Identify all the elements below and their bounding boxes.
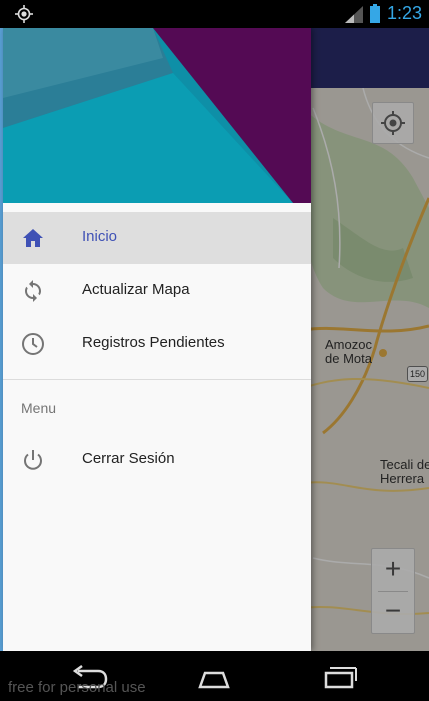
drawer-header-image (3, 28, 311, 203)
clock-icon (22, 333, 44, 355)
signal-icon (345, 6, 363, 23)
navigation-drawer: Inicio Actualizar Mapa Registros Pendien… (3, 28, 311, 651)
drawer-item-cerrar-sesion[interactable]: Cerrar Sesión (3, 434, 311, 486)
drawer-item-actualizar-mapa[interactable]: Actualizar Mapa (3, 265, 311, 317)
drawer-divider (3, 379, 311, 380)
watermark-text: free for personal use (8, 679, 146, 696)
drawer-item-registros-pendientes[interactable]: Registros Pendientes (3, 318, 311, 370)
status-bar: 1:23 (3, 0, 429, 28)
gps-icon (15, 5, 33, 23)
recents-icon[interactable] (316, 663, 360, 691)
power-icon (24, 450, 42, 470)
drawer-item-label: Cerrar Sesión (82, 450, 175, 467)
battery-icon (370, 4, 380, 23)
sync-icon (25, 280, 41, 302)
drawer-section-title: Menu (21, 400, 57, 416)
drawer-item-label: Inicio (82, 228, 118, 245)
drawer-item-label: Registros Pendientes (82, 334, 225, 351)
drawer-item-inicio[interactable]: Inicio (3, 212, 311, 264)
home-icon (23, 229, 43, 247)
clock-time: 1:23 (387, 3, 423, 23)
home-nav-icon[interactable] (192, 663, 236, 691)
drawer-item-label: Actualizar Mapa (82, 281, 190, 298)
